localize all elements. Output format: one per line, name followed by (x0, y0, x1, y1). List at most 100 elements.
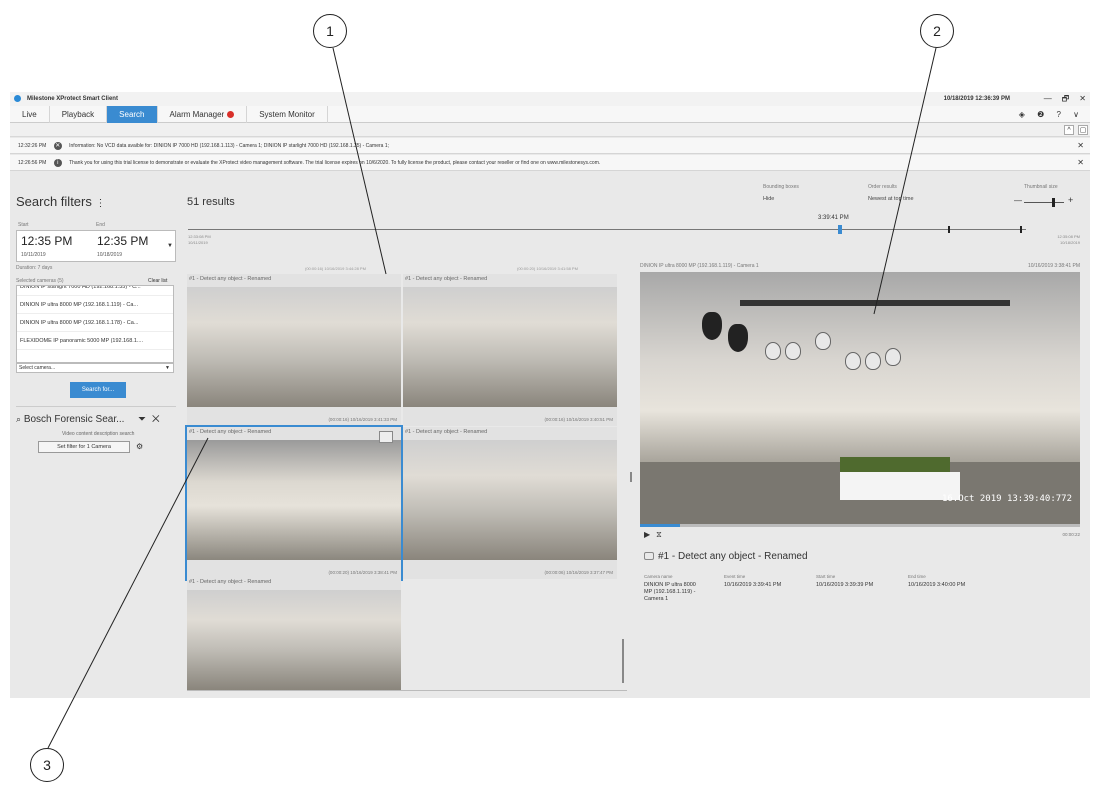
preview-datetime: 10/16/2019 3:38:41 PM (1028, 263, 1080, 269)
clip-duration: 00:00:22 (1062, 532, 1080, 537)
set-filter-button[interactable]: Set filter for 1 Camera (38, 441, 130, 453)
progress-fill (640, 524, 680, 527)
timeline-marker (1020, 226, 1022, 233)
camera-name-label: Camera name (644, 574, 673, 579)
alarm-icon (227, 111, 235, 119)
playback-controls: ▶⧖ (644, 530, 668, 540)
preview-title: #1 - Detect any object - Renamed (644, 551, 808, 562)
tab-playback[interactable]: Playback (50, 106, 108, 123)
chevron-down-icon: ▼ (165, 365, 170, 371)
minimize-button[interactable]: — (1044, 92, 1052, 106)
end-date: 10/18/2019 (97, 252, 123, 258)
message-text: Information: No VCD data avaible for: DI… (69, 143, 390, 149)
tab-live[interactable]: Live (10, 106, 50, 123)
message-time: 12:32:26 PM (18, 143, 47, 149)
thumbnail-size-slider[interactable] (1024, 202, 1064, 203)
tab-system-monitor[interactable]: System Monitor (247, 106, 328, 123)
result-card-selected[interactable]: #1 - Detect any object - Renamed (00:00:… (185, 425, 403, 581)
start-label: Start (18, 222, 29, 228)
card-title: #1 - Detect any object - Renamed (405, 276, 488, 282)
clock: 10/18/2019 12:36:39 PM (943, 96, 1010, 102)
partial-ts-right: (00:00:20) 10/16/2019 3:41:58 PM (517, 266, 578, 271)
smart-client-window: Milestone XProtect Smart Client 10/18/20… (10, 92, 1090, 698)
info-icon: ✕ (53, 141, 62, 150)
slider-handle[interactable] (1052, 198, 1055, 207)
thumbnail (187, 440, 401, 560)
card-timestamp: (00:00:06) 10/16/2019 3:37:47 PM (544, 570, 613, 575)
list-item[interactable]: DINION IP ultra 8000 MP (192.168.1.178) … (17, 314, 173, 332)
timeline[interactable] (188, 229, 1026, 230)
list-item[interactable]: DINION IP starlight 7000 HD (192.168.1.3… (17, 286, 173, 296)
tab-alarm-manager[interactable]: Alarm Manager (158, 106, 248, 123)
restore-button[interactable]: 🗗 (1062, 92, 1070, 106)
results-scrollbar[interactable] (622, 639, 624, 683)
event-time-label: Event time (724, 574, 746, 579)
bounding-boxes-value[interactable]: Hide (763, 196, 774, 202)
select-checkbox[interactable] (379, 431, 393, 443)
list-item[interactable]: FLEXIDOME IP panoramic 5000 MP (192.168.… (17, 332, 173, 350)
clear-list-link[interactable]: Clear list (148, 278, 167, 284)
video-preview[interactable]: 16.Oct 2019 13:39:40:772 (640, 272, 1080, 524)
camera (865, 352, 881, 370)
partial-ts-left: (00:00:16) 10/16/2019 3:44:28 PM (305, 266, 366, 271)
collapse-icon[interactable]: ^ (1064, 125, 1074, 135)
close-message-button[interactable]: ✕ (1077, 155, 1084, 170)
tab-search[interactable]: Search (107, 106, 158, 123)
chevron-down-icon[interactable]: ▼ (167, 243, 173, 249)
select-camera-dropdown[interactable]: Select camera... ▼ (16, 363, 174, 373)
thumbnail-plus-icon[interactable]: + (1068, 195, 1073, 205)
toolbar-icons[interactable]: ◈ ❷ ? ∨ (1019, 106, 1084, 123)
list-item[interactable]: DINION IP ultra 8000 MP (192.168.1.119) … (17, 296, 173, 314)
callout-2: 2 (920, 14, 954, 48)
date-range-picker[interactable]: 12:35 PM 10/11/2019 12:35 PM 10/18/2019 … (16, 230, 176, 262)
result-card[interactable]: #1 - Detect any object - Renamed (00:00:… (403, 427, 617, 579)
timeline-start-text: 12:33:08 PM 10/11/2019 (188, 234, 211, 245)
expand-icon[interactable]: ▢ (1078, 125, 1088, 135)
preview-camera-name: DINION IP ultra 8000 MP (192.168.1.119) … (640, 263, 759, 269)
order-results-label: Order results (868, 184, 897, 190)
start-date: 10/11/2019 (21, 252, 46, 258)
timeline-start: 12:33:08 PM 10/11/2019 (188, 234, 211, 246)
search-button[interactable]: Search for... (70, 382, 126, 398)
result-card[interactable]: #1 - Detect any object - Renamed (187, 577, 401, 690)
close-button[interactable]: ✕ (1079, 92, 1086, 106)
camera-icon (644, 552, 654, 561)
divider (187, 690, 627, 691)
thumbnail (187, 287, 401, 407)
close-icon[interactable]: ✕ (152, 414, 166, 425)
message-text: Thank you for using this trial license t… (69, 160, 601, 166)
gear-icon[interactable]: ⚙ (136, 442, 143, 451)
bosch-forensic-search-label: Bosch Forensic Sear... (23, 414, 125, 425)
camera (702, 312, 722, 340)
more-options-icon[interactable]: ⋮ (96, 198, 106, 209)
close-message-button[interactable]: ✕ (1077, 138, 1084, 153)
filter-icon[interactable]: ⏷ (138, 414, 152, 425)
play-icon[interactable]: ▶ (644, 530, 656, 539)
panel-splitter[interactable] (630, 472, 632, 482)
order-results-value[interactable]: Newest at top time (868, 196, 914, 202)
thumbnail-minus-icon[interactable]: — (1014, 196, 1022, 205)
start-time-value: 10/16/2019 3:39:39 PM (816, 582, 874, 588)
card-timestamp: (00:00:16) 10/16/2019 3:41:33 PM (328, 417, 397, 422)
playback-progress[interactable] (640, 524, 1080, 527)
start-time: 12:35 PM (21, 234, 73, 248)
search-filters-title: Search filters ⋮ (16, 194, 106, 209)
search-filters-label: Search filters (16, 194, 92, 209)
result-card[interactable]: #1 - Detect any object - Renamed (00:00:… (187, 274, 401, 426)
callout-1: 1 (313, 14, 347, 48)
message-bar-1: 12:32:26 PM ✕ Information: No VCD data a… (10, 138, 1090, 154)
card-title: #1 - Detect any object - Renamed (189, 276, 272, 282)
card-title: #1 - Detect any object - Renamed (189, 579, 272, 585)
camera-icon: ⌕ (16, 414, 22, 424)
camera (765, 342, 781, 360)
camera-list: DINION IP starlight 7000 HD (192.168.1.3… (16, 285, 174, 363)
callout-3: 3 (30, 748, 64, 782)
card-timestamp: (00:00:16) 10/16/2019 3:40:51 PM (544, 417, 613, 422)
timeline-end: 12:35:08 PM 10/18/2019 (1057, 234, 1080, 246)
export-icon[interactable]: ⧖ (656, 530, 668, 539)
timeline-cursor[interactable] (838, 225, 842, 234)
result-card[interactable]: #1 - Detect any object - Renamed (00:00:… (403, 274, 617, 426)
thumbnail (403, 287, 617, 407)
camera (785, 342, 801, 360)
selected-cameras: Selected cameras (5) (16, 278, 64, 284)
